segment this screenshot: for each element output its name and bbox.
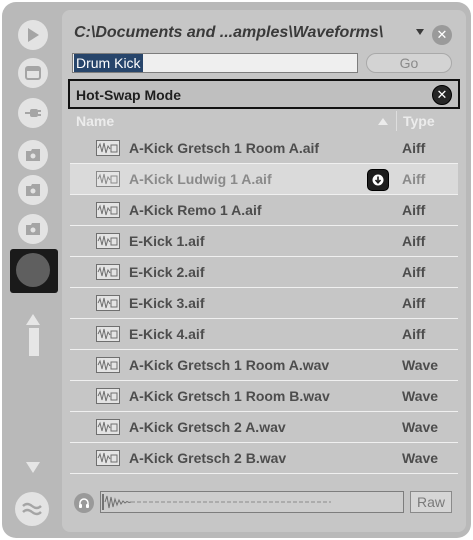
waveform-preview[interactable] (100, 491, 404, 513)
file-name: E-Kick 3.aif (129, 295, 205, 311)
raw-button[interactable]: Raw (410, 491, 452, 513)
audio-file-icon (96, 171, 120, 187)
audio-file-icon (96, 450, 120, 466)
file-type: Aiff (402, 171, 426, 187)
sort-ascending-icon (378, 118, 388, 125)
file-type: Wave (402, 419, 439, 435)
hotswap-bar: Hot-Swap Mode ✕ (68, 79, 460, 109)
path-dropdown-icon[interactable] (416, 29, 424, 35)
file-name: A-Kick Ludwig 1 A.aif (129, 171, 272, 187)
list-item[interactable]: E-Kick 2.aif Aiff (70, 257, 458, 288)
audio-file-icon (96, 357, 120, 373)
audio-file-icon (96, 295, 120, 311)
hotswap-label: Hot-Swap Mode (76, 87, 181, 103)
list-item[interactable]: A-Kick Gretsch 2 A.wav Wave (70, 412, 458, 443)
audio-file-icon (96, 233, 120, 249)
file-name: E-Kick 2.aif (129, 264, 205, 280)
list-item[interactable]: A-Kick Gretsch 1 Room B.wav Wave (70, 381, 458, 412)
audio-file-icon (96, 202, 120, 218)
scroll-up-icon[interactable] (26, 314, 40, 325)
search-input[interactable]: Drum Kick (72, 53, 358, 73)
hotswap-close-icon[interactable]: ✕ (432, 85, 452, 105)
file-name: E-Kick 1.aif (129, 233, 205, 249)
file-type: Aiff (402, 233, 426, 249)
hotswap-load-icon[interactable] (367, 169, 389, 191)
list-item[interactable]: E-Kick 1.aif Aiff (70, 226, 458, 257)
file-name: A-Kick Remo 1 A.aif (129, 202, 262, 218)
file-type: Wave (402, 450, 439, 466)
file-name: E-Kick 4.aif (129, 326, 205, 342)
headphones-icon[interactable] (74, 493, 94, 513)
list-item[interactable]: E-Kick 4.aif Aiff (70, 319, 458, 350)
audio-file-icon (96, 419, 120, 435)
file-list: A-Kick Gretsch 1 Room A.aif Aiff A-Kick … (70, 133, 458, 474)
file-type: Aiff (402, 140, 426, 156)
file-type: Wave (402, 357, 439, 373)
audio-file-icon (96, 264, 120, 280)
browser-sidebar (2, 2, 60, 538)
file-name: A-Kick Gretsch 1 Room B.wav (129, 388, 330, 404)
audio-file-icon (96, 326, 120, 342)
search-input-value: Drum Kick (74, 54, 143, 72)
play-icon[interactable] (18, 20, 48, 50)
list-item[interactable]: A-Kick Gretsch 2 B.wav Wave (70, 443, 458, 474)
sidebar-scrollbar[interactable] (29, 328, 39, 356)
list-item[interactable]: A-Kick Gretsch 1 Room A.wav Wave (70, 350, 458, 381)
column-name-header[interactable]: Name (70, 111, 396, 131)
file-type: Aiff (402, 264, 426, 280)
column-type-header[interactable]: Type (396, 111, 458, 131)
file-type: Wave (402, 388, 439, 404)
go-button[interactable]: Go (366, 53, 452, 73)
close-icon[interactable]: ✕ (432, 25, 452, 45)
audio-file-icon (96, 388, 120, 404)
list-item[interactable]: A-Kick Gretsch 1 Room A.aif Aiff (70, 133, 458, 164)
file-name: A-Kick Gretsch 2 A.wav (129, 419, 286, 435)
preview-bar: Raw (70, 488, 458, 518)
list-item[interactable]: A-Kick Remo 1 A.aif Aiff (70, 195, 458, 226)
groove-icon[interactable] (15, 492, 49, 526)
path-display[interactable]: C:\Documents and ...amples\Waveforms\ (74, 24, 420, 42)
window-icon[interactable] (18, 58, 48, 88)
file-type: Aiff (402, 295, 426, 311)
file-name: A-Kick Gretsch 2 B.wav (129, 450, 287, 466)
list-item[interactable]: A-Kick Ludwig 1 A.aif Aiff (70, 164, 458, 195)
browser-window: C:\Documents and ...amples\Waveforms\ ✕ … (2, 2, 471, 538)
folder-icon[interactable] (18, 214, 48, 244)
current-project-icon[interactable] (10, 249, 58, 293)
scroll-down-icon[interactable] (26, 462, 40, 473)
folder-icon[interactable] (18, 175, 48, 205)
file-browser-panel: C:\Documents and ...amples\Waveforms\ ✕ … (62, 10, 466, 532)
file-type: Aiff (402, 326, 426, 342)
file-type: Aiff (402, 202, 426, 218)
file-name: A-Kick Gretsch 1 Room A.wav (129, 357, 330, 373)
column-header: Name Type (70, 111, 458, 131)
file-name: A-Kick Gretsch 1 Room A.aif (129, 140, 320, 156)
audio-file-icon (96, 140, 120, 156)
folder-icon[interactable] (18, 140, 48, 170)
current-project-dot (16, 253, 50, 287)
list-item[interactable]: E-Kick 3.aif Aiff (70, 288, 458, 319)
plugin-icon[interactable] (18, 98, 48, 128)
